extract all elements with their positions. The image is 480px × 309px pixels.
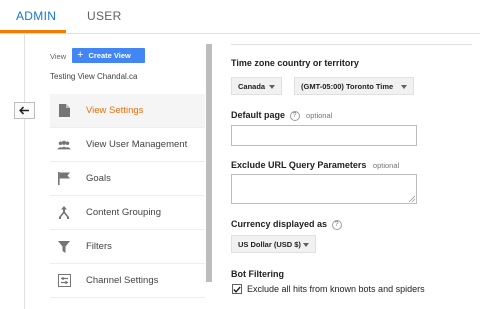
bot-filtering-label: Exclude all hits from known bots and spi… [247,284,425,294]
nav-label: Filters [86,241,112,252]
currency-label: Currency displayed as [231,219,328,229]
view-nav: View Settings View User Management Goals… [50,94,205,298]
back-arrow-icon [19,106,29,115]
chevron-down-icon [269,85,275,89]
bot-filtering-checkbox[interactable] [232,284,242,294]
bot-filtering-heading: Bot Filtering [231,269,284,279]
timeline-line [24,34,25,309]
tab-admin[interactable]: ADMIN [16,9,56,23]
flag-icon [57,172,71,186]
timezone-select[interactable]: (GMT-05:00) Toronto Time [294,77,414,95]
help-icon[interactable]: ? [331,220,342,230]
timezone-country-select[interactable]: Canada [231,77,282,95]
exclude-params-heading: Exclude URL Query Parameters optional [231,160,399,170]
default-page-label: Default page [231,110,286,120]
plus-icon: + [77,49,84,61]
nav-label: Goals [86,173,111,184]
people-icon [57,138,71,152]
chevron-down-icon [401,85,407,89]
nav-label: Content Grouping [86,207,161,218]
left-panel-scrollbar[interactable] [206,44,212,282]
optional-label: optional [306,111,333,120]
document-icon [57,104,71,118]
timezone-heading: Time zone country or territory [231,58,359,68]
nav-item-channel-settings[interactable]: Channel Settings [50,264,205,298]
timezone-value: (GMT-05:00) Toronto Time [301,81,394,91]
nav-item-view-user-management[interactable]: View User Management [50,128,205,162]
timezone-country-value: Canada [238,81,266,91]
default-page-input[interactable] [231,125,417,146]
create-view-button[interactable]: + Create View [72,48,145,63]
default-page-heading: Default page ? optional [231,110,332,121]
back-button[interactable] [14,102,35,119]
nav-item-content-grouping[interactable]: Content Grouping [50,196,205,230]
channel-settings-icon [57,274,71,288]
optional-label: optional [372,161,400,170]
create-view-label: Create View [88,51,131,60]
nav-label: View User Management [86,139,188,150]
currency-value: US Dollar (USD $) [238,239,301,249]
exclude-params-label: Exclude URL Query Parameters [231,160,367,170]
active-tab-indicator [0,30,66,33]
section-divider [231,44,472,45]
nav-item-goals[interactable]: Goals [50,162,205,196]
grouping-icon [57,206,71,220]
currency-heading: Currency displayed as ? [231,219,342,230]
nav-item-view-settings[interactable]: View Settings [50,94,205,128]
funnel-icon [57,240,71,254]
help-icon[interactable]: ? [289,111,300,121]
exclude-params-textarea[interactable] [231,174,417,204]
view-label: View [50,52,67,61]
checkmark-icon [233,286,241,293]
view-name: Testing View Chandal.ca [50,72,138,81]
tab-user[interactable]: USER [87,9,122,23]
nav-label: Channel Settings [86,275,159,286]
nav-label: View Settings [86,105,144,116]
currency-select[interactable]: US Dollar (USD $) [231,235,316,253]
top-tab-bar: ADMIN USER [0,0,480,34]
nav-item-filters[interactable]: Filters [50,230,205,264]
chevron-down-icon [303,243,309,247]
resize-handle-icon[interactable] [409,196,415,202]
